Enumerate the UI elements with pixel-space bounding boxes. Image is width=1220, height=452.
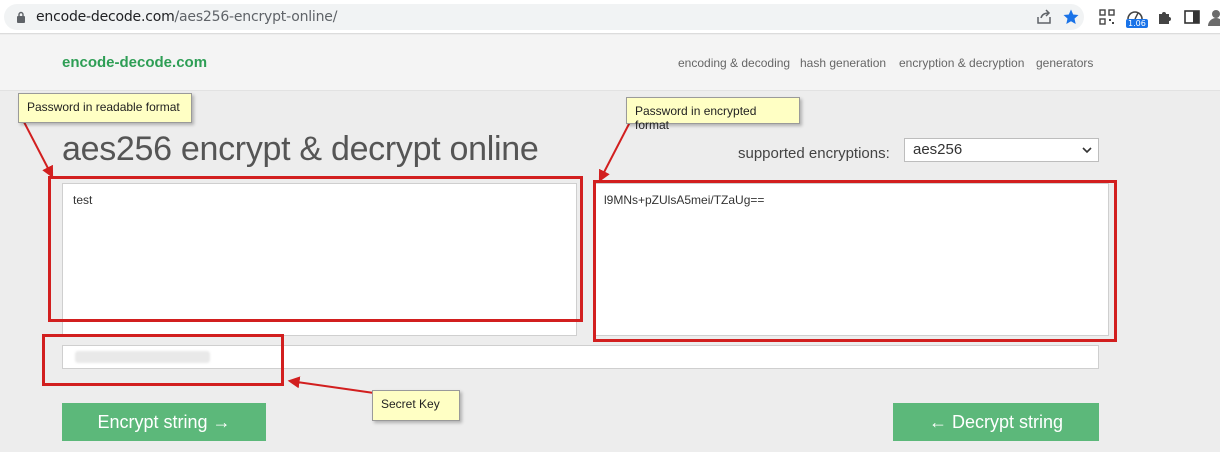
profile-icon[interactable] [1207,8,1220,26]
callout-encrypted: Password in encrypted format [626,97,800,132]
callout-secret-key: Secret Key [372,390,460,421]
nav-encryption-decryption[interactable]: encryption & decryption [899,56,1024,70]
annotation-box-secret [42,334,284,386]
lock-icon[interactable] [16,11,26,23]
url-text[interactable]: encode-decode.com/aes256-encrypt-online/ [36,9,337,25]
nav-generators[interactable]: generators [1036,56,1093,70]
nav-hash-generation[interactable]: hash generation [800,56,886,70]
encrypt-button[interactable]: Encrypt string → [62,403,266,441]
annotation-box-encrypted [593,180,1117,342]
page-title: aes256 encrypt & decrypt online [62,130,539,168]
chevron-down-icon [1082,147,1092,154]
extension-badge: 1.06 [1126,19,1148,28]
browser-toolbar: encode-decode.com/aes256-encrypt-online/… [0,0,1220,34]
address-bar[interactable]: encode-decode.com/aes256-encrypt-online/ [4,4,1084,30]
arrow-secret [287,376,375,394]
site-logo[interactable]: encode-decode.com [62,54,207,71]
puzzle-icon[interactable] [1155,8,1173,26]
share-icon[interactable] [1035,8,1053,26]
encryption-select[interactable]: aes256 [904,138,1099,162]
encryption-select-value: aes256 [913,141,963,158]
url-path: /aes256-encrypt-online/ [174,9,338,25]
sidebar-icon[interactable] [1183,8,1201,26]
site-header: encode-decode.com encoding & decoding ha… [0,35,1220,91]
annotation-box-readable [48,176,583,322]
encryption-label: supported encryptions: [738,145,890,162]
qr-icon[interactable] [1098,8,1116,26]
arrow-readable [23,121,54,179]
arrow-encrypted [598,121,631,183]
url-domain: encode-decode.com [36,9,175,25]
nav-encoding-decoding[interactable]: encoding & decoding [678,56,790,70]
star-icon[interactable] [1062,8,1080,26]
decrypt-button[interactable]: ← Decrypt string [893,403,1099,441]
callout-readable: Password in readable format [18,93,192,123]
